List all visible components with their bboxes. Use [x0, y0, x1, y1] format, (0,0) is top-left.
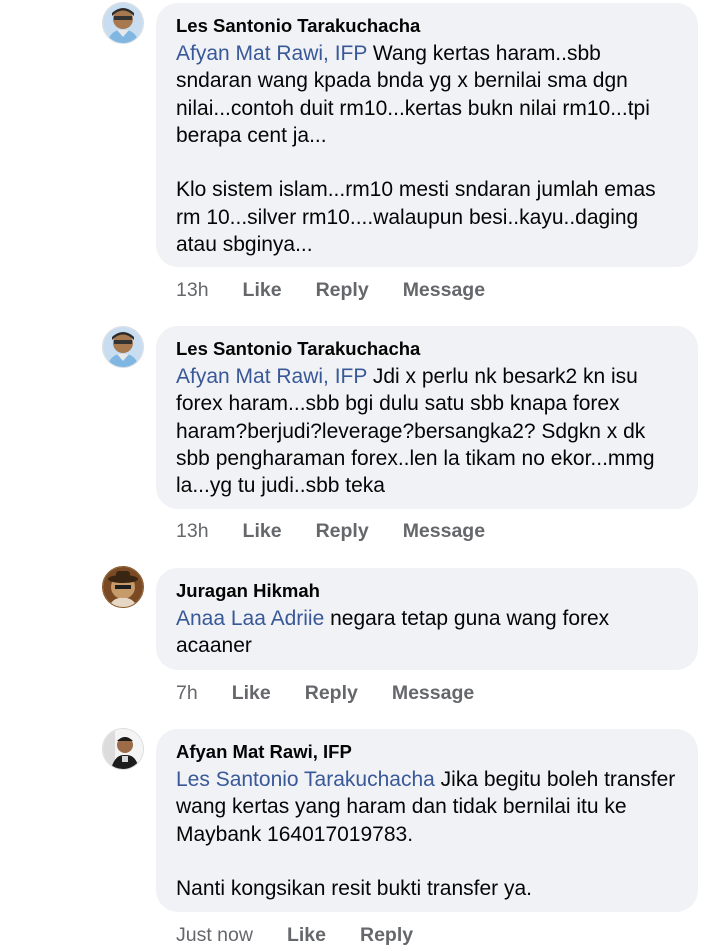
comment-mention[interactable]: Les Santonio Tarakuchacha	[176, 768, 435, 791]
comment-author[interactable]: Les Santonio Tarakuchacha	[176, 15, 678, 37]
comment-author[interactable]: Les Santonio Tarakuchacha	[176, 338, 678, 360]
cartoon-avatar-icon	[103, 3, 143, 43]
comment-text: Les Santonio Tarakuchacha Jika begitu bo…	[176, 766, 678, 902]
comment-body: Wang kertas haram..sbb sndaran wang kpad…	[176, 42, 656, 257]
comment-actions: 13h Like Reply Message	[176, 520, 485, 543]
comment-bubble: Afyan Mat Rawi, IFP Les Santonio Tarakuc…	[156, 729, 698, 912]
comment-mention[interactable]: Afyan Mat Rawi, IFP	[176, 42, 367, 65]
reply-button[interactable]: Reply	[305, 682, 358, 705]
comment-time[interactable]: 13h	[176, 279, 209, 302]
comment-text: Afyan Mat Rawi, IFP Wang kertas haram..s…	[176, 40, 678, 258]
hat-person-avatar-icon	[103, 567, 143, 607]
avatar[interactable]	[102, 326, 144, 368]
comment-mention[interactable]: Anaa Laa Adriie	[176, 607, 324, 630]
like-button[interactable]: Like	[243, 279, 282, 302]
comment-bubble: Juragan Hikmah Anaa Laa Adriie negara te…	[156, 568, 698, 670]
avatar[interactable]	[102, 728, 144, 770]
reply-button[interactable]: Reply	[316, 279, 369, 302]
like-button[interactable]: Like	[232, 682, 271, 705]
comment-bubble: Les Santonio Tarakuchacha Afyan Mat Rawi…	[156, 3, 698, 267]
reply-button[interactable]: Reply	[316, 520, 369, 543]
message-button[interactable]: Message	[392, 682, 474, 705]
comment-actions: 13h Like Reply Message	[176, 279, 485, 302]
comment-time[interactable]: 7h	[176, 682, 198, 705]
avatar[interactable]	[102, 566, 144, 608]
like-button[interactable]: Like	[287, 924, 326, 947]
like-button[interactable]: Like	[243, 520, 282, 543]
comment-mention[interactable]: Afyan Mat Rawi, IFP	[176, 365, 367, 388]
comment-text: Anaa Laa Adriie negara tetap guna wang f…	[176, 605, 678, 660]
message-button[interactable]: Message	[403, 520, 485, 543]
comment-actions: Just now Like Reply	[176, 924, 413, 947]
comment-time[interactable]: Just now	[176, 924, 253, 947]
comment-author[interactable]: Afyan Mat Rawi, IFP	[176, 741, 678, 763]
comment-time[interactable]: 13h	[176, 520, 209, 543]
comment-actions: 7h Like Reply Message	[176, 682, 474, 705]
comment-author[interactable]: Juragan Hikmah	[176, 580, 678, 602]
cartoon-avatar-icon	[103, 327, 143, 367]
photo-avatar-icon	[103, 729, 143, 769]
comment-text: Afyan Mat Rawi, IFP Jdi x perlu nk besar…	[176, 363, 678, 499]
avatar[interactable]	[102, 2, 144, 44]
message-button[interactable]: Message	[403, 279, 485, 302]
reply-button[interactable]: Reply	[360, 924, 413, 947]
comment-bubble: Les Santonio Tarakuchacha Afyan Mat Rawi…	[156, 326, 698, 509]
